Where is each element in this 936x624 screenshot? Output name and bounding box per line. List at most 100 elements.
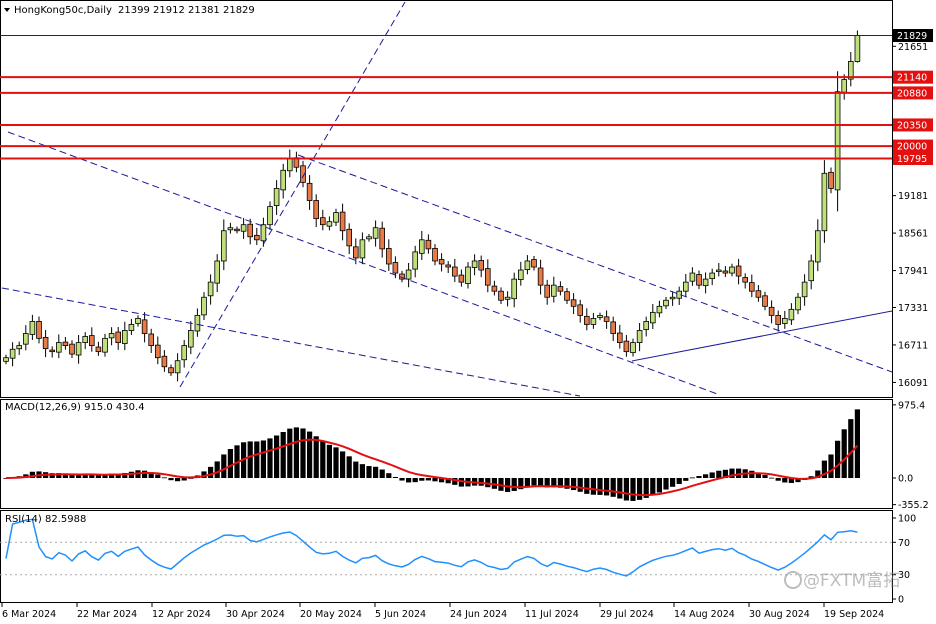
macd-bar — [227, 449, 233, 478]
candle — [379, 221, 385, 258]
trendline-long-lower — [1, 287, 581, 397]
candle — [577, 299, 583, 323]
candle — [313, 194, 319, 228]
candle — [9, 342, 16, 367]
candle — [828, 167, 834, 194]
candle — [617, 324, 623, 349]
candle — [385, 239, 392, 271]
candle — [36, 316, 42, 344]
svg-text:19795: 19795 — [897, 154, 927, 165]
candle — [75, 335, 82, 364]
macd-bar — [181, 478, 187, 481]
macd-bar — [623, 478, 629, 501]
candle — [438, 253, 445, 272]
candle — [220, 219, 227, 271]
candle — [445, 261, 451, 274]
macd-bar — [425, 478, 431, 481]
price-panel[interactable] — [3, 30, 861, 382]
candle — [551, 276, 557, 303]
macd-bar — [287, 428, 293, 478]
candle — [498, 287, 504, 305]
date-tick-label: 14 Aug 2024 — [674, 609, 735, 620]
candle — [610, 316, 616, 341]
candle — [201, 292, 207, 320]
macd-bar — [650, 478, 656, 496]
candle — [425, 234, 432, 254]
candle — [102, 333, 108, 357]
macd-bar — [782, 478, 788, 483]
candle — [339, 203, 346, 241]
current-price-label: 21829 — [893, 29, 933, 43]
macd-bar — [696, 476, 702, 478]
svg-text:21829: 21829 — [897, 31, 927, 42]
candle — [491, 280, 498, 296]
macd-bar — [419, 478, 425, 481]
date-tick-label: 30 Apr 2024 — [226, 609, 285, 620]
macd-tick-label: 0.0 — [898, 474, 913, 485]
macd-bar — [346, 456, 352, 478]
candle — [716, 263, 722, 277]
candle — [735, 258, 742, 285]
macd-bar — [221, 454, 227, 478]
candle — [808, 254, 814, 290]
macd-bar — [511, 478, 517, 491]
candle — [161, 350, 168, 372]
candle — [590, 312, 597, 329]
macd-panel[interactable] — [3, 409, 860, 501]
candle — [280, 163, 286, 199]
svg-text:21140: 21140 — [897, 73, 927, 84]
rsi-tick-label: 0 — [898, 595, 904, 606]
macd-bar — [392, 476, 398, 478]
macd-bar — [142, 470, 148, 478]
macd-bar — [260, 440, 266, 478]
fxtm-logo-icon — [784, 571, 802, 589]
macd-bar — [274, 435, 280, 478]
macd-bar — [775, 478, 781, 481]
macd-bar — [597, 478, 603, 495]
svg-text:20000: 20000 — [897, 142, 927, 153]
macd-bar — [161, 477, 167, 479]
candle — [544, 279, 550, 305]
rsi-panel[interactable] — [0, 518, 892, 577]
macd-bar — [175, 478, 181, 482]
candle — [412, 245, 418, 278]
date-tick-label: 20 May 2024 — [300, 609, 362, 620]
macd-bar — [293, 427, 299, 478]
candle — [702, 272, 709, 294]
candle — [418, 231, 425, 260]
svg-text:20350: 20350 — [897, 120, 927, 131]
macd-bar — [379, 469, 385, 478]
date-tick-label: 11 Jul 2024 — [525, 609, 579, 620]
candle — [557, 281, 564, 296]
candle — [815, 219, 821, 272]
candle — [326, 216, 333, 231]
candle — [537, 259, 544, 295]
candle — [597, 312, 603, 321]
rsi-label: RSI(14) 82.5988 — [5, 514, 86, 525]
macd-bar — [848, 419, 854, 478]
date-tick-label: 6 Mar 2024 — [2, 609, 56, 620]
trading-chart[interactable]: 21651 19181 18561 17941 17331 16711 16091 21140… — [0, 0, 936, 624]
candle — [240, 218, 247, 239]
candle — [478, 255, 484, 278]
macd-bar — [168, 478, 174, 481]
macd-bar — [676, 478, 682, 484]
price-tick-label: 16711 — [898, 340, 928, 351]
candle — [511, 272, 517, 308]
candle — [29, 314, 36, 340]
macd-bar — [366, 466, 372, 478]
candle — [372, 220, 379, 247]
level-price-label: 21140 — [893, 70, 933, 84]
macd-bar — [531, 478, 537, 486]
macd-bar — [412, 478, 418, 483]
date-tick-label: 5 Jun 2024 — [375, 609, 426, 620]
candle — [603, 310, 610, 329]
macd-bar — [617, 478, 623, 499]
candle — [135, 315, 141, 327]
symbol-label: HongKong50c,Daily — [14, 5, 112, 16]
candle — [755, 285, 762, 302]
dropdown-triangle-icon[interactable] — [4, 8, 10, 12]
candle — [234, 226, 240, 234]
macd-bar — [663, 478, 669, 490]
macd-bar — [155, 474, 161, 478]
